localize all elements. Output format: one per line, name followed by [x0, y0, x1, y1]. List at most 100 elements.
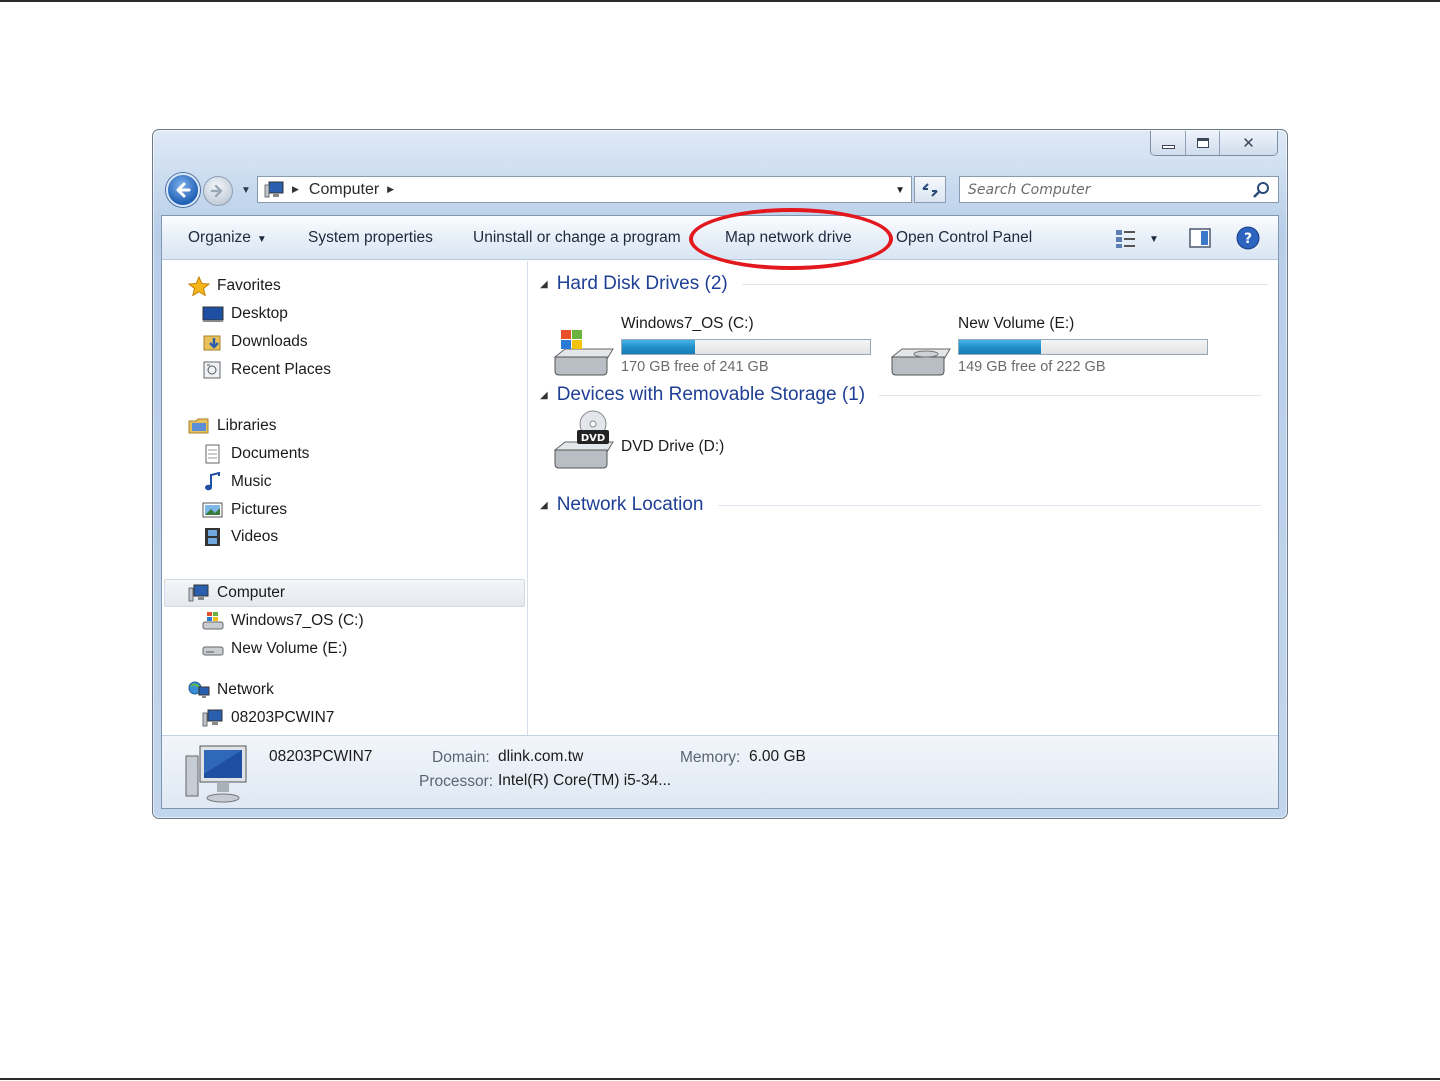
content-pane: ◢ Hard Disk Drives (2) Windows7_OS (C:) …	[529, 261, 1278, 735]
details-domain-value: dlink.com.tw	[498, 748, 584, 765]
nav-item-label: New Volume (E:)	[231, 640, 348, 657]
nav-item-network-pc[interactable]: 08203PCWIN7	[202, 705, 334, 731]
collapse-triangle-icon: ◢	[540, 278, 548, 290]
breadcrumb-separator-icon[interactable]: ▶	[292, 184, 299, 195]
address-dropdown-icon[interactable]: ▼	[895, 185, 905, 196]
group-hard-disk-drives[interactable]: ◢ Hard Disk Drives (2)	[540, 271, 1268, 297]
close-button[interactable]: ✕	[1219, 131, 1277, 155]
caption-buttons: ✕	[1150, 131, 1278, 156]
search-icon[interactable]	[1252, 181, 1270, 199]
search-input[interactable]	[968, 181, 1238, 198]
drive-usage-bar	[621, 339, 871, 355]
minimize-button[interactable]	[1151, 131, 1185, 155]
nav-computer-label: Computer	[217, 584, 286, 601]
organize-button[interactable]: Organize ▼	[188, 229, 267, 247]
nav-computer[interactable]: Computer	[188, 580, 285, 606]
system-drive-icon	[554, 330, 614, 376]
libraries-icon	[188, 418, 209, 434]
drive-usage-bar	[958, 339, 1208, 355]
address-bar[interactable]: ▶ Computer ▶ ▼	[257, 176, 912, 203]
desktop-icon	[202, 306, 224, 322]
drive-name: Windows7_OS (C:)	[621, 315, 754, 332]
forward-button[interactable]	[203, 176, 233, 206]
system-drive-icon	[202, 612, 224, 630]
dvd-drive-icon: DVD	[554, 410, 614, 469]
refresh-button[interactable]	[914, 176, 946, 203]
computer-icon	[188, 584, 209, 602]
group-network-location[interactable]: ◢ Network Location	[540, 492, 1268, 518]
nav-item-recent-places[interactable]: Recent Places	[202, 357, 331, 383]
hard-drive-icon	[202, 646, 224, 656]
navigation-pane: Favorites Desktop Downloads Recent Place…	[162, 261, 528, 735]
breadcrumb-computer[interactable]: Computer	[309, 181, 379, 199]
svg-text:?: ?	[1244, 231, 1252, 247]
group-divider	[717, 504, 1261, 506]
pictures-icon	[202, 502, 223, 518]
explorer-window: ✕ ▼ ▶ Computer ▶ ▼ Search Computer Organ…	[152, 129, 1288, 819]
nav-network[interactable]: Network	[188, 677, 274, 703]
collapse-triangle-icon: ◢	[540, 499, 548, 511]
videos-icon	[205, 528, 220, 546]
search-box[interactable]	[959, 176, 1279, 203]
collapse-triangle-icon: ◢	[540, 389, 548, 401]
organize-label: Organize	[188, 229, 251, 246]
nav-item-windows7-os[interactable]: Windows7_OS (C:)	[202, 608, 364, 634]
recent-places-icon	[203, 361, 221, 379]
maximize-icon	[1196, 138, 1209, 148]
maximize-button[interactable]	[1185, 131, 1219, 155]
computer-icon	[264, 181, 284, 197]
details-domain-label: Domain:	[432, 749, 490, 766]
nav-item-videos[interactable]: Videos	[202, 524, 278, 550]
recent-pages-dropdown-icon[interactable]: ▼	[241, 185, 251, 196]
nav-libraries[interactable]: Libraries	[188, 413, 276, 439]
close-icon: ✕	[1242, 135, 1255, 152]
nav-network-label: Network	[217, 681, 274, 698]
client-area: Organize ▼ System properties Uninstall or…	[161, 208, 1279, 809]
group-removable-storage[interactable]: ◢ Devices with Removable Storage (1)	[540, 382, 1268, 408]
drive-free-space: 149 GB free of 222 GB	[958, 359, 1106, 375]
drive-tile-c[interactable]: Windows7_OS (C:) 170 GB free of 241 GB	[551, 313, 881, 383]
nav-item-new-volume[interactable]: New Volume (E:)	[202, 636, 347, 662]
drive-usage-fill	[622, 340, 696, 354]
page-top-rule	[0, 0, 1440, 2]
drive-name: DVD Drive (D:)	[621, 438, 725, 455]
back-button[interactable]	[166, 173, 200, 207]
nav-item-music[interactable]: Music	[202, 469, 271, 495]
nav-item-label: Desktop	[231, 305, 288, 322]
open-control-panel-button[interactable]: Open Control Panel	[896, 229, 1032, 247]
nav-item-desktop[interactable]: Desktop	[202, 301, 288, 327]
group-divider	[741, 283, 1268, 285]
nav-item-downloads[interactable]: Downloads	[202, 329, 308, 355]
nav-item-label: Documents	[231, 445, 310, 462]
chevron-down-icon: ▼	[1149, 233, 1159, 245]
map-network-drive-button[interactable]: Map network drive	[725, 229, 852, 247]
drive-tile-dvd[interactable]: DVD DVD Drive (D:)	[551, 408, 791, 478]
navigation-bar: ▼ ▶ Computer ▶ ▼	[164, 172, 1279, 208]
nav-item-label: Downloads	[231, 333, 308, 350]
documents-icon	[205, 444, 220, 464]
breadcrumb-separator-icon[interactable]: ▶	[387, 184, 394, 195]
details-processor-label: Processor:	[419, 773, 494, 790]
command-bar: Organize ▼ System properties Uninstall or…	[162, 208, 1278, 270]
details-pane: 08203PCWIN7 Domain: dlink.com.tw Memory:…	[162, 735, 1278, 808]
drive-tile-e[interactable]: New Volume (E:) 149 GB free of 222 GB	[888, 313, 1218, 383]
drive-name: New Volume (E:)	[958, 315, 1075, 332]
change-view-button[interactable]: ▼	[1115, 228, 1165, 250]
help-icon[interactable]: ?	[1236, 226, 1260, 250]
nav-favorites-label: Favorites	[217, 277, 281, 294]
details-memory-label: Memory:	[680, 749, 741, 766]
nav-libraries-label: Libraries	[217, 417, 277, 434]
details-computer-name: 08203PCWIN7	[269, 748, 373, 765]
computer-icon	[185, 745, 247, 803]
nav-favorites[interactable]: Favorites	[188, 273, 281, 299]
nav-item-pictures[interactable]: Pictures	[202, 497, 287, 523]
nav-item-label: Pictures	[231, 501, 287, 518]
nav-item-documents[interactable]: Documents	[202, 441, 309, 467]
group-title: Hard Disk Drives (2)	[556, 273, 728, 294]
nav-item-label: 08203PCWIN7	[231, 709, 335, 726]
uninstall-program-button[interactable]: Uninstall or change a program	[473, 229, 681, 247]
dvd-badge: DVD	[581, 433, 605, 444]
system-properties-button[interactable]: System properties	[308, 229, 433, 247]
nav-item-label: Videos	[231, 528, 279, 545]
preview-pane-icon[interactable]	[1189, 228, 1211, 248]
